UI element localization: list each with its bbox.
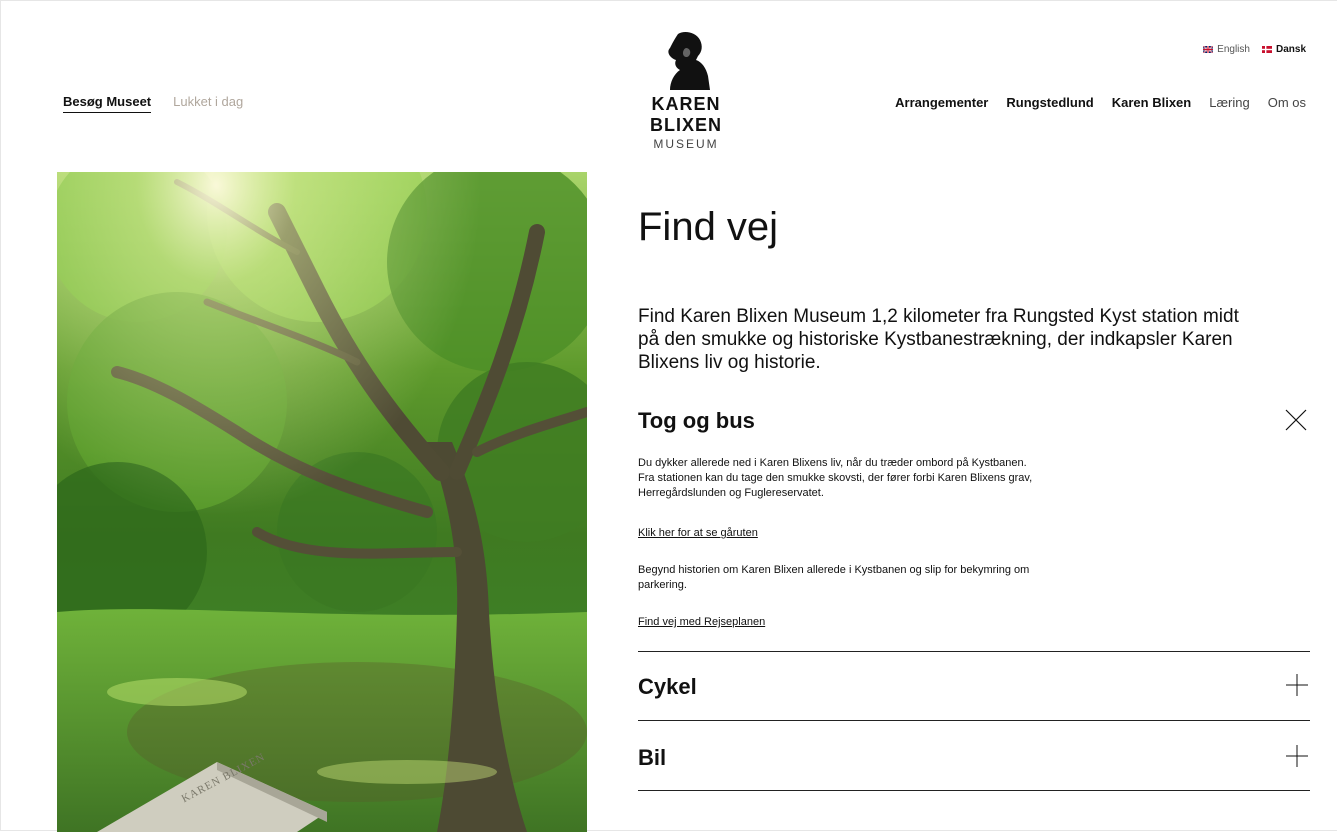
divider (638, 651, 1310, 652)
nav-learning[interactable]: Læring (1209, 95, 1249, 110)
nav-karen-blixen[interactable]: Karen Blixen (1112, 95, 1191, 110)
plus-icon[interactable] (1286, 745, 1308, 767)
language-switch: English Dansk (1203, 44, 1306, 55)
nav-events[interactable]: Arrangementer (895, 95, 988, 110)
train-paragraph-2: Begynd historien om Karen Blixen allered… (638, 564, 1030, 591)
visit-museum-link[interactable]: Besøg Museet (63, 94, 152, 113)
nav-rungstedlund[interactable]: Rungstedlund (1006, 95, 1093, 110)
opening-status: Lukket i dag (173, 94, 244, 109)
logo-silhouette-icon (668, 32, 710, 90)
accordion-title-car: Bil (638, 745, 667, 770)
lang-english-label: English (1217, 44, 1250, 55)
train-paragraph-1: Du dykker allerede ned i Karen Blixens l… (638, 457, 1033, 499)
logo-name: KAREN BLIXEN (649, 94, 722, 135)
lang-danish-label: Dansk (1275, 44, 1306, 55)
close-icon[interactable] (1284, 408, 1308, 432)
journey-planner-link[interactable]: Find vej med Rejseplanen (638, 616, 765, 628)
accordion-bike-header[interactable]: Cykel (638, 674, 1308, 704)
main-nav: Arrangementer Rungstedlund Karen Blixen … (895, 95, 1306, 110)
lang-english[interactable]: English (1203, 44, 1250, 55)
divider (638, 790, 1310, 791)
plus-icon[interactable] (1286, 674, 1308, 696)
flag-dk-icon (1261, 46, 1272, 53)
walking-route-link[interactable]: Klik her for at se gåruten (638, 527, 758, 539)
flag-uk-icon (1203, 46, 1214, 53)
hero-photo-tree: KAREN BLIXEN (57, 172, 587, 832)
site-logo[interactable]: KAREN BLIXEN MUSEUM (619, 30, 753, 151)
accordion-train-bus-header[interactable]: Tog og bus (638, 408, 1308, 438)
tree-illustration (57, 172, 587, 832)
accordion-title-bike: Cykel (638, 674, 697, 699)
divider (638, 720, 1310, 721)
nav-about[interactable]: Om os (1268, 95, 1306, 110)
logo-sub: MUSEUM (653, 137, 719, 151)
lang-danish[interactable]: Dansk (1261, 44, 1306, 55)
accordion-car-header[interactable]: Bil (638, 745, 1308, 775)
header-left: Besøg Museet Lukket i dag (63, 94, 243, 113)
accordion-title-train-bus: Tog og bus (638, 408, 755, 433)
page-title: Find vej (638, 205, 779, 249)
intro-text: Find Karen Blixen Museum 1,2 kilometer f… (638, 306, 1239, 373)
